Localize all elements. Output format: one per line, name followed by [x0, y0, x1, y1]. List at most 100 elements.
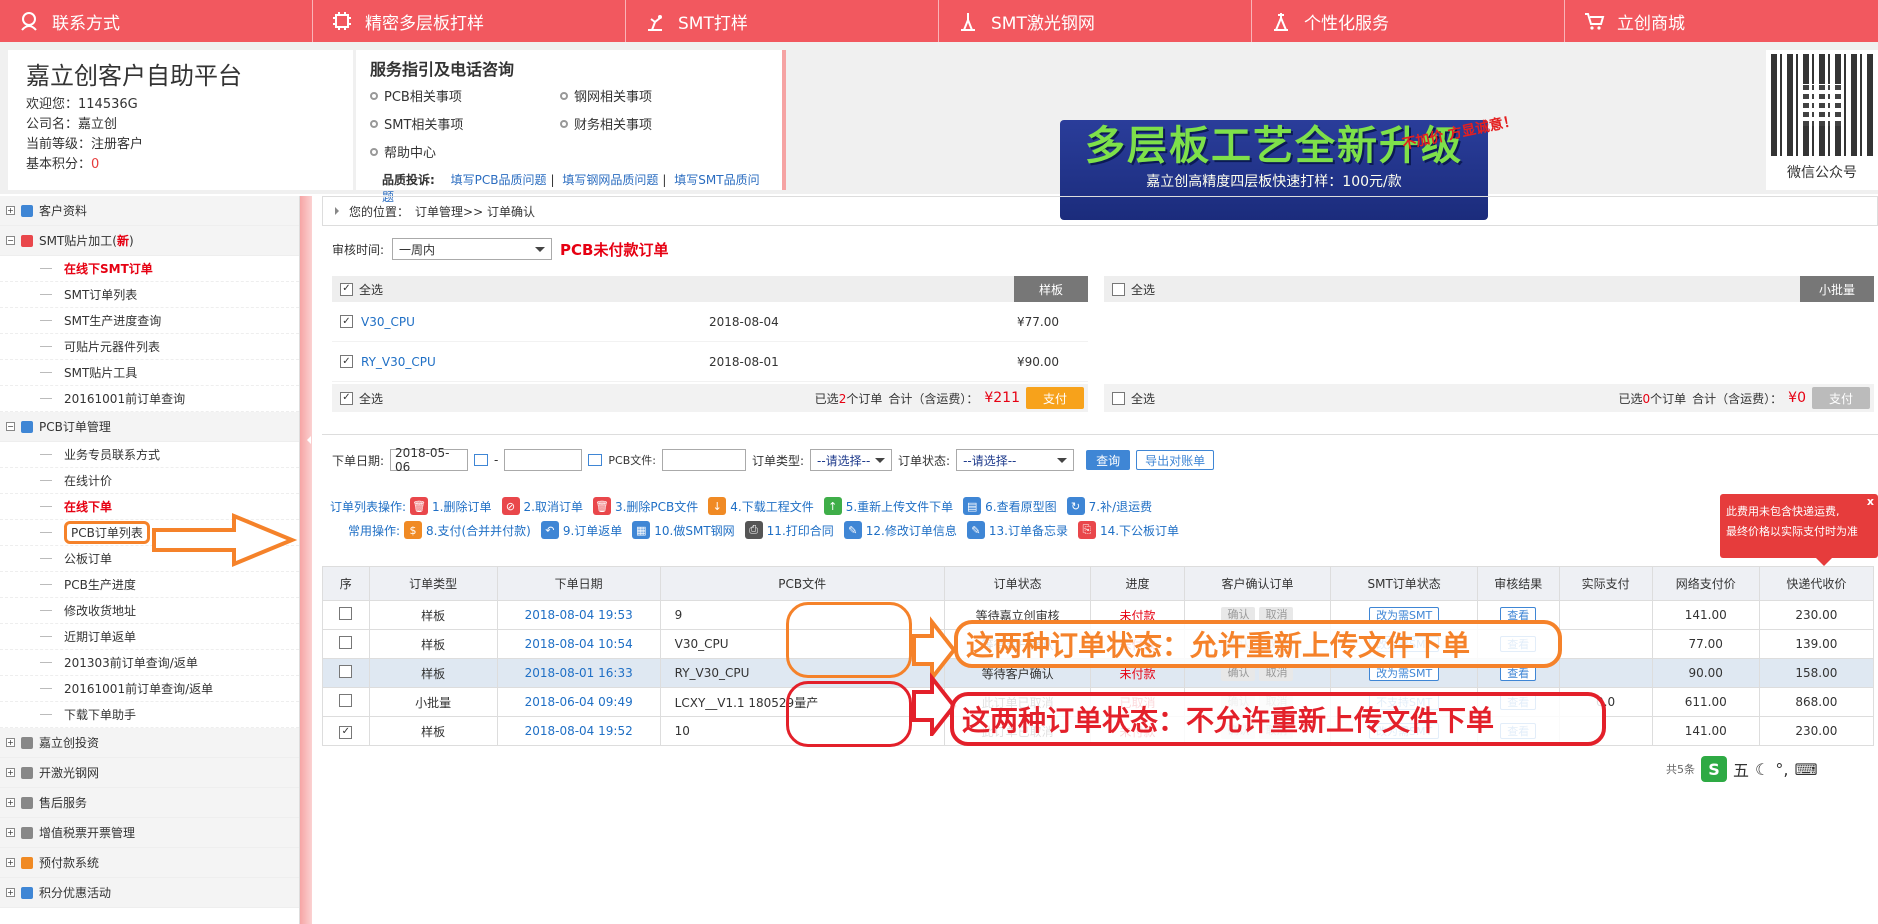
select-all-checkbox[interactable]: [1112, 282, 1125, 296]
sidebar-group[interactable]: + 客户资料: [0, 196, 299, 226]
sidebar-item[interactable]: 修改收货地址: [0, 598, 299, 624]
sidebar-item[interactable]: 业务专员联系方式: [0, 442, 299, 468]
order-date-cell[interactable]: 2018-08-04 10:54: [496, 629, 661, 659]
operation-link[interactable]: 🗑 1.删除订单: [410, 497, 492, 515]
sidebar-item[interactable]: 在线计价: [0, 468, 299, 494]
search-button[interactable]: 查询: [1086, 450, 1131, 470]
pay-button[interactable]: 支付: [1812, 387, 1870, 409]
sidebar-item[interactable]: 可贴片元器件列表: [0, 334, 299, 360]
order-date-cell[interactable]: 2018-08-04 19:53: [496, 600, 661, 630]
order-date-cell[interactable]: 2018-06-04 09:49: [496, 687, 661, 717]
row-checkbox[interactable]: ✓: [340, 315, 353, 328]
operation-link[interactable]: ↶ 9.订单返单: [540, 521, 622, 539]
operation-link[interactable]: ▤ 6.查看原型图: [963, 497, 1057, 515]
operation-link[interactable]: ↑ 5.重新上传文件下单: [823, 497, 953, 515]
sidebar-item[interactable]: 20161001前订单查询: [0, 386, 299, 412]
sidebar-item[interactable]: SMT贴片工具: [0, 360, 299, 386]
row-checkbox[interactable]: ✓: [339, 725, 353, 739]
operation-link[interactable]: ⎙ 11.打印合同: [744, 521, 834, 539]
date-from-input[interactable]: 2018-05-06: [390, 446, 469, 474]
pcb-file-input[interactable]: [661, 449, 746, 471]
operation-link[interactable]: ⎘ 14.下公板订单: [1077, 521, 1179, 539]
row-select-cell[interactable]: [322, 600, 370, 630]
order-status-select[interactable]: --请选择--: [956, 449, 1075, 471]
select-all-checkbox[interactable]: ✓: [340, 391, 353, 405]
operation-link[interactable]: $8.支付(合并并付款): [404, 521, 531, 539]
order-type-select[interactable]: --请选择--: [810, 449, 893, 471]
sidebar-group[interactable]: − SMT贴片加工(新): [0, 226, 299, 256]
operation-link[interactable]: ⊘ 2.取消订单: [501, 497, 583, 515]
sidebar-group[interactable]: + 嘉立创投资: [0, 728, 299, 758]
service-link-stencil[interactable]: 钢网相关事项: [560, 86, 750, 105]
row-select-cell[interactable]: [322, 658, 370, 688]
nav-contact[interactable]: 联系方式: [0, 0, 313, 42]
sidebar-item[interactable]: 下载下单助手: [0, 702, 299, 728]
expand-icon[interactable]: +: [6, 888, 15, 897]
operation-link[interactable]: ✎ 12.修改订单信息: [843, 521, 957, 539]
service-link-smt[interactable]: SMT相关事项: [370, 114, 560, 133]
close-icon[interactable]: x: [1867, 492, 1874, 512]
nav-multilayer[interactable]: 精密多层板打样: [313, 0, 626, 42]
tab-small-batch[interactable]: 小批量: [1800, 276, 1874, 302]
sidebar-group[interactable]: + 增值税票开票管理: [0, 818, 299, 848]
sidebar-group[interactable]: + 预付款系统: [0, 848, 299, 878]
collapse-icon[interactable]: −: [6, 422, 15, 431]
select-all-checkbox[interactable]: ✓: [340, 282, 353, 296]
pay-row-file[interactable]: V30_CPU: [361, 315, 701, 329]
complaint-link-pcb[interactable]: 填写PCB品质问题: [451, 173, 547, 187]
select-all-checkbox[interactable]: [1112, 391, 1125, 405]
calendar-icon[interactable]: [474, 454, 489, 466]
expand-icon[interactable]: +: [6, 798, 15, 807]
order-date-cell[interactable]: 2018-08-04 19:52: [496, 716, 661, 746]
row-select-cell[interactable]: ✓: [322, 716, 370, 746]
sidebar-item[interactable]: 近期订单返单: [0, 624, 299, 650]
export-statement-button[interactable]: 导出对账单: [1136, 450, 1215, 470]
operation-link[interactable]: ↓ 4.下载工程文件: [708, 497, 814, 515]
pay-row-file[interactable]: RY_V30_CPU: [361, 355, 701, 369]
sidebar-item[interactable]: SMT订单列表: [0, 282, 299, 308]
sidebar-group[interactable]: + 积分优惠活动: [0, 878, 299, 908]
row-checkbox[interactable]: [339, 665, 353, 678]
audit-time-select[interactable]: 一周内: [392, 238, 553, 260]
sidebar-group[interactable]: + 开激光钢网: [0, 758, 299, 788]
sidebar-item[interactable]: 在线下SMT订单: [0, 256, 299, 282]
complaint-link-stencil[interactable]: 填写钢网品质问题: [562, 173, 658, 187]
expand-icon[interactable]: +: [6, 858, 15, 867]
service-link-help[interactable]: 帮助中心: [370, 142, 560, 161]
calendar-icon[interactable]: [588, 454, 603, 466]
nav-smt[interactable]: SMT打样: [626, 0, 939, 42]
order-date-cell[interactable]: 2018-08-01 16:33: [496, 658, 661, 688]
sidebar-group[interactable]: − PCB订单管理: [0, 412, 299, 442]
sidebar-collapse-bar[interactable]: [300, 196, 312, 924]
sidebar-item[interactable]: SMT生产进度查询: [0, 308, 299, 334]
operation-link[interactable]: ↻ 7.补/退运费: [1066, 497, 1152, 515]
collapse-icon[interactable]: −: [6, 236, 15, 245]
expand-icon[interactable]: +: [6, 206, 15, 215]
operation-link[interactable]: ✎ 13.订单备忘录: [966, 521, 1068, 539]
chevron-right-icon: [335, 207, 343, 215]
sidebar-item[interactable]: 20161001前订单查询/返单: [0, 676, 299, 702]
expand-icon[interactable]: +: [6, 828, 15, 837]
service-link-finance[interactable]: 财务相关事项: [560, 114, 750, 133]
nav-stencil[interactable]: SMT激光钢网: [939, 0, 1252, 42]
tab-sample[interactable]: 样板: [1014, 276, 1088, 302]
service-link-pcb[interactable]: PCB相关事项: [370, 86, 560, 105]
row-select-cell[interactable]: [322, 687, 370, 717]
row-checkbox[interactable]: [339, 636, 353, 649]
row-checkbox[interactable]: ✓: [340, 355, 353, 368]
date-to-input[interactable]: [504, 449, 583, 471]
pay-button[interactable]: 支付: [1026, 387, 1084, 409]
nav-service[interactable]: 个性化服务: [1252, 0, 1565, 42]
sidebar-group[interactable]: + 售后服务: [0, 788, 299, 818]
operation-link[interactable]: 🗑 3.删除PCB文件: [592, 497, 698, 515]
sidebar-item[interactable]: PCB生产进度: [0, 572, 299, 598]
row-checkbox[interactable]: [339, 607, 353, 620]
operation-link[interactable]: ▦ 10.做SMT钢网: [632, 521, 735, 539]
expand-icon[interactable]: +: [6, 738, 15, 747]
expand-icon[interactable]: +: [6, 768, 15, 777]
sidebar-item[interactable]: 201303前订单查询/返单: [0, 650, 299, 676]
row-select-cell[interactable]: [322, 629, 370, 659]
nav-mall[interactable]: 立创商城: [1565, 0, 1878, 42]
ime-toolbar[interactable]: S 五 ☾ °, ⌨: [1701, 756, 1818, 782]
row-checkbox[interactable]: [339, 694, 353, 707]
